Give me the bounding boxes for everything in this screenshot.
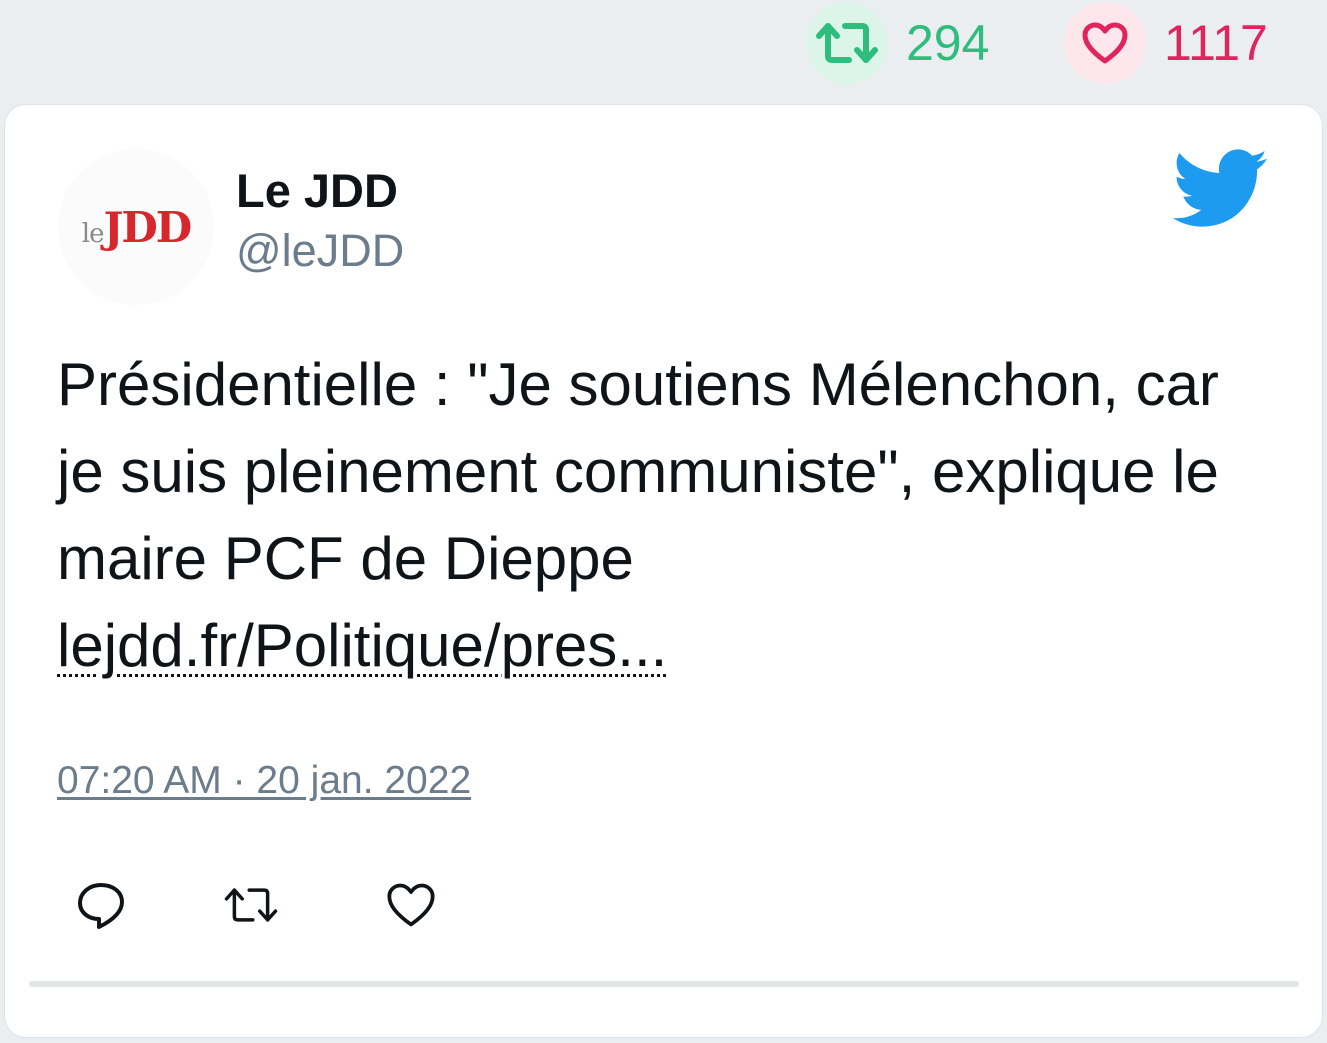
- retweet-count: 294: [906, 15, 990, 71]
- twitter-bird-icon[interactable]: [1172, 149, 1269, 229]
- engagement-bar: 294 1117: [0, 0, 1327, 104]
- tweet-text-block: Présidentielle : "Je soutiens Mélenchon,…: [57, 341, 1277, 689]
- tweet-card: le JDD Le JDD @leJDD Présidentielle : "J…: [4, 104, 1323, 1038]
- article-link[interactable]: lejdd.fr/Politique/pres...: [57, 612, 667, 679]
- retweet-action-icon[interactable]: [223, 877, 279, 933]
- like-action-icon[interactable]: [383, 877, 439, 933]
- heart-icon: [1064, 2, 1146, 84]
- author-handle[interactable]: @leJDD: [236, 225, 404, 277]
- logo-jdd: JDD: [103, 202, 192, 252]
- avatar[interactable]: le JDD: [58, 149, 214, 305]
- like-count: 1117: [1164, 15, 1268, 71]
- retweet-stat[interactable]: 294: [806, 2, 989, 84]
- like-stat[interactable]: 1117: [1064, 2, 1268, 84]
- tweet-text: Présidentielle : "Je soutiens Mélenchon,…: [57, 351, 1219, 592]
- reply-icon[interactable]: [73, 877, 129, 933]
- lejdd-logo: le JDD: [81, 202, 192, 252]
- logo-le: le: [81, 218, 105, 249]
- author-name[interactable]: Le JDD: [236, 163, 398, 218]
- tweet-timestamp[interactable]: 07:20 AM · 20 jan. 2022: [57, 759, 471, 803]
- divider: [29, 981, 1299, 987]
- retweet-icon: [806, 2, 888, 84]
